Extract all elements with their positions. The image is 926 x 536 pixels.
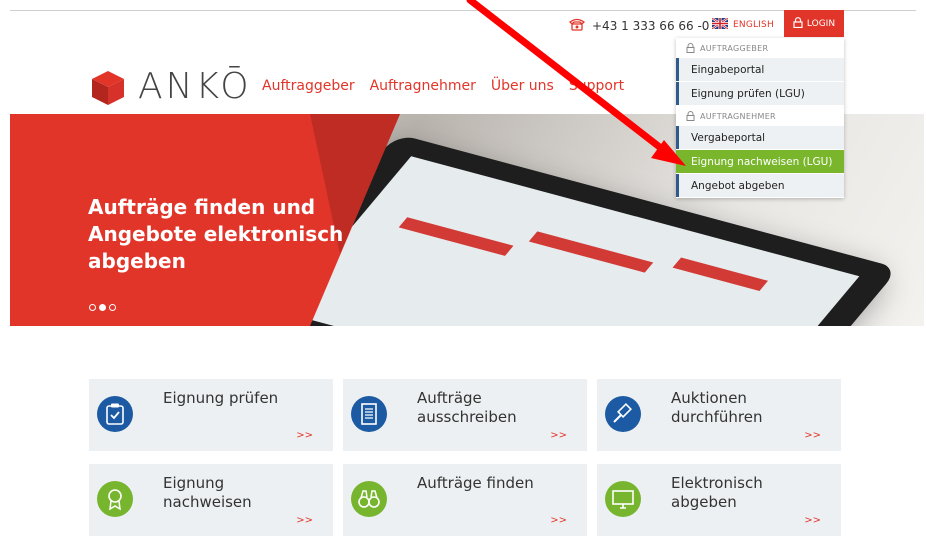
language-switch[interactable]: ENGLISH — [711, 17, 774, 32]
tile-more-link[interactable]: >> — [296, 515, 313, 526]
tile-more-link[interactable]: >> — [804, 430, 821, 441]
award-icon — [97, 481, 133, 517]
menu-item-angebot-abgeben[interactable]: Angebot abgeben — [676, 174, 844, 197]
lock-icon — [686, 43, 695, 53]
carousel-dot[interactable] — [109, 304, 116, 311]
clipboard-check-icon — [97, 396, 133, 432]
document-icon — [351, 396, 387, 432]
tile-label: Elektronisch abgeben — [671, 474, 763, 511]
tile-eignung-nachweisen[interactable]: Eignung nachweisen >> — [89, 464, 333, 536]
menu-item-eignung-pruefen[interactable]: Eignung prüfen (LGU) — [676, 82, 844, 105]
login-label: LOGIN — [806, 18, 836, 29]
uk-flag-icon — [711, 17, 729, 32]
tile-label: Aufträge finden — [417, 474, 534, 492]
ankoe-logo[interactable]: ANKŌ — [88, 66, 252, 107]
language-label: ENGLISH — [733, 20, 774, 30]
monitor-icon — [605, 481, 641, 517]
tile-elektronisch-abgeben[interactable]: Elektronisch abgeben >> — [597, 464, 841, 536]
tile-auftraege-finden[interactable]: Aufträge finden >> — [343, 464, 587, 536]
logo-cube-icon — [92, 70, 124, 105]
tile-more-link[interactable]: >> — [804, 515, 821, 526]
tile-label: Aufträge ausschreiben — [417, 389, 517, 426]
lock-icon — [686, 111, 695, 121]
binoculars-icon — [351, 481, 387, 517]
top-divider — [10, 10, 916, 11]
nav-item-ueber-uns[interactable]: Über uns — [491, 78, 554, 94]
tile-auftraege-ausschreiben[interactable]: Aufträge ausschreiben >> — [343, 379, 587, 451]
tile-more-link[interactable]: >> — [550, 515, 567, 526]
nav-item-auftragnehmer[interactable]: Auftragnehmer — [370, 78, 476, 94]
carousel-dot-active[interactable] — [99, 304, 106, 311]
tile-label: Eignung prüfen — [163, 389, 279, 407]
main-navigation: Auftraggeber Auftragnehmer Über uns Supp… — [262, 78, 624, 94]
phone-icon — [568, 17, 586, 34]
login-button[interactable]: LOGIN — [784, 10, 844, 37]
carousel-dot[interactable] — [89, 304, 96, 311]
tile-more-link[interactable]: >> — [550, 430, 567, 441]
tile-label: Auktionen durchführen — [671, 389, 763, 426]
nav-item-support[interactable]: Support — [569, 78, 624, 94]
gavel-icon — [605, 396, 641, 432]
hero-title: Aufträge finden und Angebote elektronisc… — [88, 195, 344, 273]
phone-contact[interactable]: +43 1 333 66 66 -0 — [568, 17, 709, 34]
tile-label: Eignung nachweisen — [163, 474, 252, 511]
dropdown-group-auftragnehmer: AUFTRAGNEHMER — [676, 106, 844, 126]
carousel-dots — [89, 304, 116, 311]
nav-item-auftraggeber[interactable]: Auftraggeber — [262, 78, 355, 94]
dropdown-group-auftraggeber: AUFTRAGGEBER — [676, 38, 844, 58]
logo-text: ANKŌ — [138, 66, 252, 107]
menu-item-vergabeportal[interactable]: Vergabeportal — [676, 126, 844, 149]
tile-more-link[interactable]: >> — [296, 430, 313, 441]
menu-item-eignung-nachweisen[interactable]: Eignung nachweisen (LGU) — [676, 150, 844, 173]
menu-item-eingabeportal[interactable]: Eingabeportal — [676, 58, 844, 81]
phone-number: +43 1 333 66 66 -0 — [592, 18, 710, 33]
tile-eignung-pruefen[interactable]: Eignung prüfen >> — [89, 379, 333, 451]
lock-icon — [793, 16, 803, 31]
login-dropdown-menu: AUFTRAGGEBER Eingabeportal Eignung prüfe… — [676, 38, 844, 198]
tile-auktionen-durchfuehren[interactable]: Auktionen durchführen >> — [597, 379, 841, 451]
